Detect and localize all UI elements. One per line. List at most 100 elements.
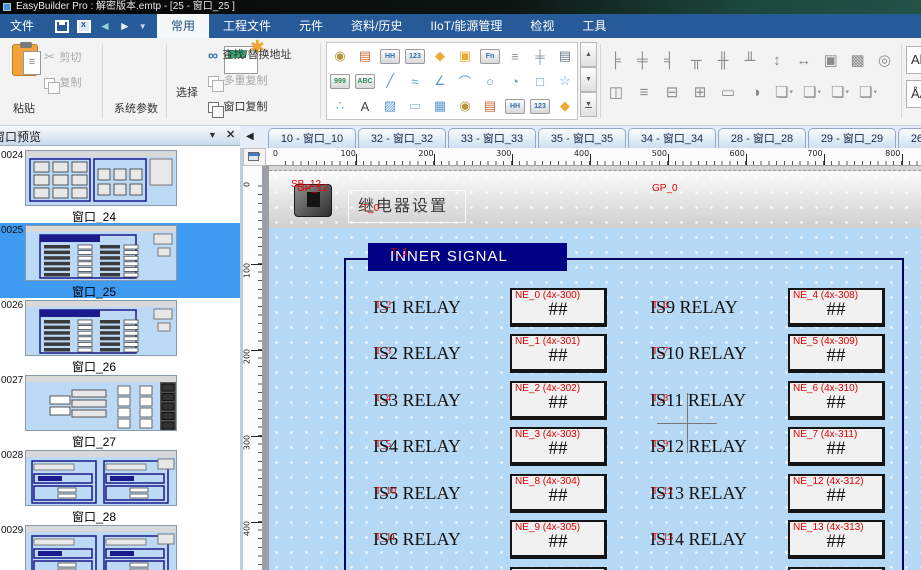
redo-icon[interactable]: ► <box>119 20 131 33</box>
numeric-field-IS4[interactable]: NE_3 (4x-303)## <box>510 427 607 466</box>
compile-icon[interactable] <box>77 20 91 33</box>
cut-button[interactable]: ✂ 剪切 <box>44 48 81 66</box>
palette-scroll-down[interactable]: ▼ <box>580 67 597 92</box>
same-width-icon[interactable]: ⊟ <box>660 80 684 104</box>
numeric-field-IS5[interactable]: NE_8 (4x-304)## <box>510 474 607 513</box>
document-tab-3[interactable]: 33 - 窗口_33 <box>448 128 536 148</box>
ungroup-icon[interactable]: ▩ <box>846 48 869 72</box>
save-icon[interactable] <box>55 20 69 33</box>
window-thumbnail[interactable] <box>25 450 177 506</box>
set-bit-icon[interactable]: HH <box>378 44 402 68</box>
layer-back-icon-dropdown[interactable]: ▾ <box>873 88 877 96</box>
window-thumbnail[interactable] <box>25 375 177 431</box>
freeform-line-icon[interactable]: ≈ <box>403 69 427 93</box>
rotate-icon[interactable]: ◑ <box>744 80 768 104</box>
numeric-field-IS12[interactable]: NE_7 (4x-311)## <box>788 427 885 466</box>
palette-more[interactable]: ▼ <box>580 92 597 117</box>
bit-lamp2-icon[interactable]: ◉ <box>453 94 477 118</box>
word-lamp2-icon[interactable]: ▤ <box>478 94 502 118</box>
window-list-item-窗口_26[interactable]: 0026窗口_26 <box>0 298 240 373</box>
numeric-field-IS1[interactable]: NE_0 (4x-300)## <box>510 288 607 327</box>
more-icon[interactable]: ▼ <box>139 20 147 33</box>
window-list-item-窗口_24[interactable]: 0024窗口_24 <box>0 148 240 223</box>
palette-scroll-up[interactable]: ▲ <box>580 42 597 67</box>
align-center-icon[interactable]: ╪ <box>631 48 654 72</box>
pie-icon[interactable]: ◔ <box>503 69 527 93</box>
ascii-icon[interactable]: ABC <box>353 69 377 93</box>
numeric-field-IS14[interactable]: NE_13 (4x-313)## <box>788 520 885 559</box>
document-tab-1[interactable]: 10 - 窗口_10 <box>268 128 356 148</box>
document-tab-4[interactable]: 35 - 窗口_35 <box>538 128 626 148</box>
menu-tab-2[interactable]: 工程文件 <box>209 14 285 38</box>
menu-tab-6[interactable]: 检视 <box>516 14 568 38</box>
picture-icon[interactable]: ▨ <box>378 94 402 118</box>
numeric-field-IS2[interactable]: NE_1 (4x-301)## <box>510 334 607 373</box>
window-copy-button[interactable]: 窗口复制 <box>208 98 267 118</box>
same-height-icon[interactable]: ⊞ <box>688 80 712 104</box>
slider-icon[interactable]: ╪ <box>528 44 552 68</box>
align-middle-icon[interactable]: ╫ <box>712 48 735 72</box>
align-bottom-icon[interactable]: ╨ <box>739 48 762 72</box>
fit-height-icon[interactable]: ↕ <box>765 48 788 72</box>
font-name-button[interactable]: Ah <box>906 46 921 74</box>
copy-button[interactable]: 复制 <box>44 74 81 94</box>
numeric-field-IS11[interactable]: NE_6 (4x-310)## <box>788 381 885 420</box>
line-icon[interactable]: ╱ <box>378 69 402 93</box>
word-lamp-icon[interactable]: ▤ <box>353 44 377 68</box>
fn-key-icon[interactable]: Fn <box>478 44 502 68</box>
align-left-icon[interactable]: ╞ <box>604 48 627 72</box>
distribute-v-icon[interactable]: ≡ <box>632 80 656 104</box>
document-tab-6[interactable]: 28 - 窗口_28 <box>718 128 806 148</box>
select-button[interactable]: 选择 ▼ <box>170 38 204 126</box>
window-list-item-窗口_27[interactable]: 0027窗口_27 <box>0 373 240 448</box>
same-size-icon[interactable]: ▭ <box>716 80 740 104</box>
option-list-icon[interactable]: ▤ <box>553 44 577 68</box>
set-bit2-icon[interactable]: HH <box>503 94 527 118</box>
hmi-screen-canvas[interactable]: SB_12 GP_12 继电器设置 T_0 GP_0 INNER SIGNAL … <box>269 166 921 570</box>
function-key2-icon[interactable]: ◆ <box>553 94 577 118</box>
undo-icon[interactable]: ◄ <box>99 20 111 33</box>
numeric-field-IS3[interactable]: NE_2 (4x-302)## <box>510 381 607 420</box>
paste-button[interactable]: 粘贴 <box>4 38 44 126</box>
fit-width-icon[interactable]: ↔ <box>792 48 815 72</box>
set-word2-icon[interactable]: 123 <box>528 94 552 118</box>
find-replace-button[interactable]: ∞ 查找/替换地址 <box>208 46 292 65</box>
function-key-icon[interactable]: ◆ <box>428 44 452 68</box>
window-list-item-窗口_25[interactable]: 0025窗口_25 <box>0 223 240 298</box>
layer-down-icon[interactable]: ❏▾ <box>828 80 852 104</box>
layer-up-icon[interactable]: ❏▾ <box>800 80 824 104</box>
layer-front-icon-dropdown[interactable]: ▾ <box>789 88 793 96</box>
window-thumbnail[interactable] <box>25 525 177 570</box>
menu-file[interactable]: 文件 <box>10 14 34 38</box>
set-word-icon[interactable]: 123 <box>403 44 427 68</box>
scatter-icon[interactable]: ∴ <box>328 94 352 118</box>
layer-front-icon[interactable]: ❏▾ <box>772 80 796 104</box>
multi-state-icon[interactable]: ≡ <box>503 44 527 68</box>
toggle-switch-icon[interactable]: ▣ <box>453 44 477 68</box>
menu-tab-1[interactable]: 常用 <box>157 14 209 38</box>
document-tab-8[interactable]: 26 - 窗口_26 <box>898 128 921 148</box>
window-thumbnail[interactable] <box>25 225 177 281</box>
numeric-field-IS10[interactable]: NE_5 (4x-309)## <box>788 334 885 373</box>
layer-back-icon[interactable]: ❏▾ <box>856 80 880 104</box>
numeric-field-IS9[interactable]: NE_4 (4x-308)## <box>788 288 885 327</box>
menu-tab-4[interactable]: 资料/历史 <box>337 14 416 38</box>
window-list-item-窗口_29[interactable]: 0029窗口_29 <box>0 523 240 570</box>
menu-tab-3[interactable]: 元件 <box>285 14 337 38</box>
font-size-button[interactable]: ÅA <box>906 80 921 108</box>
menu-tab-7[interactable]: 工具 <box>568 14 620 38</box>
window-list-item-窗口_28[interactable]: 0028窗口_28 <box>0 448 240 523</box>
document-tab-5[interactable]: 34 - 窗口_34 <box>628 128 716 148</box>
document-tab-2[interactable]: 32 - 窗口_32 <box>358 128 446 148</box>
polyline-icon[interactable]: ∠ <box>428 69 452 93</box>
layer-up-icon-dropdown[interactable]: ▾ <box>817 88 821 96</box>
layer-down-icon-dropdown[interactable]: ▾ <box>845 88 849 96</box>
numeric-field-IS13[interactable]: NE_12 (4x-312)## <box>788 474 885 513</box>
multi-copy-button[interactable]: 多重复制 <box>208 72 267 92</box>
align-right-icon[interactable]: ╡ <box>658 48 681 72</box>
rectangle-icon[interactable]: □ <box>528 69 552 93</box>
align-top-icon[interactable]: ╥ <box>685 48 708 72</box>
bit-lamp-icon[interactable]: ◉ <box>328 44 352 68</box>
circle-icon[interactable]: ○ <box>478 69 502 93</box>
star-icon[interactable]: ☆ <box>553 69 577 93</box>
